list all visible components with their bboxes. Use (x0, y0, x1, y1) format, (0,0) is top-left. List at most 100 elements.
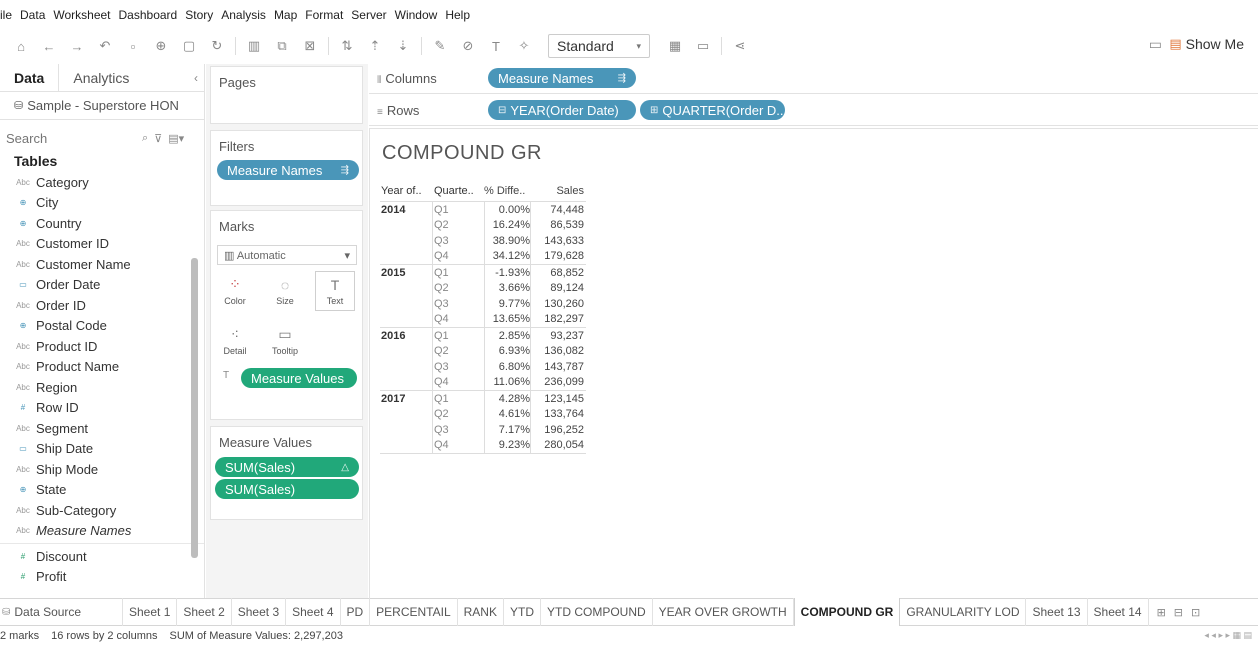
field-item[interactable]: ⊕ City (0, 193, 204, 214)
sheet-navigation-icon[interactable]: ◂ ◂ ▸ ▸ ▦ ▤ (1204, 630, 1252, 641)
search-input[interactable] (6, 130, 136, 146)
table-row[interactable]: 2014 Q1 0.00% 74,448 (380, 202, 586, 218)
menu-map[interactable]: Map (274, 8, 297, 22)
sheet-tab[interactable]: Sheet 1 (123, 598, 178, 626)
back-arrow-icon[interactable]: ← (38, 35, 60, 57)
marks-pill-measure-values[interactable]: Measure Values (241, 368, 357, 388)
new-datasource-icon[interactable]: ⊕ (150, 35, 172, 57)
highlight-icon[interactable]: ✎ (429, 35, 451, 57)
tab-data[interactable]: Data (0, 64, 60, 92)
fit-icon[interactable]: ▦ (664, 35, 686, 57)
field-item[interactable]: Abc Measure Names (0, 521, 204, 542)
field-list-scrollbar[interactable] (191, 258, 198, 558)
field-item[interactable]: Abc Segment (0, 418, 204, 439)
collapse-pane-icon[interactable]: ‹ (194, 71, 198, 85)
forward-arrow-icon[interactable]: → (66, 35, 88, 57)
sheet-tab[interactable]: Sheet 2 (177, 598, 232, 626)
table-row[interactable]: Q4 11.06% 236,099 (380, 375, 586, 391)
field-item[interactable]: Abc Category (0, 172, 204, 193)
tooltip-icon[interactable]: ▭ (1149, 36, 1162, 53)
menu-server[interactable]: Server (351, 8, 386, 22)
table-row[interactable]: 2017 Q1 4.28% 123,145 (380, 391, 586, 407)
field-item[interactable]: Abc Customer Name (0, 254, 204, 275)
header-sales[interactable]: Sales (530, 185, 586, 197)
field-item[interactable]: Abc Sub-Category (0, 500, 204, 521)
sheet-tab[interactable]: Sheet 4 (286, 598, 341, 626)
pin-icon[interactable]: ✧ (513, 35, 535, 57)
menu-format[interactable]: Format (305, 8, 343, 22)
menu-story[interactable]: Story (185, 8, 213, 22)
sheet-tab[interactable]: YTD (504, 598, 541, 626)
measure-value-pill[interactable]: SUM(Sales) (215, 479, 359, 499)
sheet-tab[interactable]: Sheet 3 (232, 598, 287, 626)
table-row[interactable]: Q3 6.80% 143,787 (380, 359, 586, 375)
text-button[interactable]: T Text (315, 271, 355, 311)
field-item[interactable]: Abc Region (0, 377, 204, 398)
columns-shelf[interactable]: ⦀ Columns Measure Names ⇶ (369, 64, 1258, 94)
clear-sheet-icon[interactable]: ⊠ (299, 35, 321, 57)
sort-descending-icon[interactable]: ⇣ (392, 35, 414, 57)
tab-analytics[interactable]: Analytics (59, 64, 143, 92)
field-item[interactable]: ⊕ Postal Code (0, 316, 204, 337)
field-item[interactable]: # Row ID (0, 398, 204, 419)
sheet-tab[interactable]: YTD COMPOUND (541, 598, 653, 626)
table-row[interactable]: Q3 7.17% 196,252 (380, 422, 586, 438)
table-row[interactable]: Q2 6.93% 136,082 (380, 344, 586, 360)
table-row[interactable]: Q4 13.65% 182,297 (380, 312, 586, 328)
group-icon[interactable]: ⊘ (457, 35, 479, 57)
table-row[interactable]: 2016 Q1 2.85% 93,237 (380, 328, 586, 344)
new-dashboard-icon[interactable]: ⊟ (1174, 606, 1183, 619)
table-row[interactable]: Q2 4.61% 133,764 (380, 407, 586, 423)
sheet-tab[interactable]: PD (341, 598, 371, 626)
field-item[interactable]: Abc Product Name (0, 357, 204, 378)
field-item[interactable]: # Profit (0, 567, 204, 588)
sheet-tab[interactable]: GRANULARITY LOD (900, 598, 1027, 626)
sheet-tab[interactable]: YEAR OVER GROWTH (653, 598, 794, 626)
new-story-icon[interactable]: ⊡ (1191, 606, 1200, 619)
header-quarter[interactable]: Quarte.. (432, 185, 484, 197)
field-item[interactable]: Abc Product ID (0, 336, 204, 357)
share-icon[interactable]: ⋖ (729, 35, 751, 57)
viz-canvas[interactable]: COMPOUND GR Year of.. Quarte.. % Diffe..… (369, 128, 1258, 598)
table-row[interactable]: Q3 38.90% 143,633 (380, 233, 586, 249)
size-button[interactable]: ◌ Size (265, 271, 305, 311)
tooltip-button[interactable]: ▭ Tooltip (265, 321, 305, 361)
label-icon[interactable]: T (485, 35, 507, 57)
filter-pill-measure-names[interactable]: Measure Names ⇶ (217, 160, 359, 180)
swap-icon[interactable]: ⇅ (336, 35, 358, 57)
mark-type-select[interactable]: ▥ Automatic ▾ (217, 245, 357, 265)
measure-value-pill[interactable]: SUM(Sales) △ (215, 457, 359, 477)
chart-icon[interactable]: ▥ (243, 35, 265, 57)
new-worksheet-icon[interactable]: ⊞ (1157, 606, 1166, 619)
table-row[interactable]: Q3 9.77% 130,260 (380, 296, 586, 312)
save-icon[interactable]: ▫ (122, 35, 144, 57)
datasource-item[interactable]: ⛁ Sample - Superstore HON (0, 92, 204, 120)
menu-file[interactable]: ile (0, 8, 12, 22)
menu-help[interactable]: Help (445, 8, 470, 22)
menu-data[interactable]: Data (20, 8, 45, 22)
table-row[interactable]: Q2 3.66% 89,124 (380, 281, 586, 297)
menu-worksheet[interactable]: Worksheet (53, 8, 110, 22)
sheet-tab[interactable]: Sheet 14 (1088, 598, 1149, 626)
menu-window[interactable]: Window (395, 8, 438, 22)
field-item[interactable]: Abc Ship Mode (0, 459, 204, 480)
search-icon[interactable]: ⌕ (142, 132, 148, 145)
rows-pill-quarter[interactable]: ⊞ QUARTER(Order D.. (640, 100, 785, 120)
sheet-tab[interactable]: PERCENTAIL (370, 598, 458, 626)
field-item[interactable]: ⊕ State (0, 480, 204, 501)
sheet-tab[interactable]: COMPOUND GR (793, 598, 901, 626)
undo-icon[interactable]: ↶ (94, 35, 116, 57)
view-options-icon[interactable]: ▤▾ (168, 132, 184, 145)
sheet-tab[interactable]: Sheet 13 (1026, 598, 1088, 626)
field-item[interactable]: ▭ Order Date (0, 275, 204, 296)
presentation-icon[interactable]: ▭ (692, 35, 714, 57)
refresh-icon[interactable]: ↻ (206, 35, 228, 57)
header-pct-diff[interactable]: % Diffe.. (484, 185, 530, 197)
menu-dashboard[interactable]: Dashboard (119, 8, 178, 22)
field-item[interactable]: Abc Order ID (0, 295, 204, 316)
table-row[interactable]: Q4 9.23% 280,054 (380, 438, 586, 454)
home-icon[interactable]: ⌂ (10, 35, 32, 57)
show-me-button[interactable]: ▤ Show Me (1169, 36, 1244, 52)
duplicate-icon[interactable]: ⧉ (271, 35, 293, 57)
header-year[interactable]: Year of.. (380, 185, 432, 197)
